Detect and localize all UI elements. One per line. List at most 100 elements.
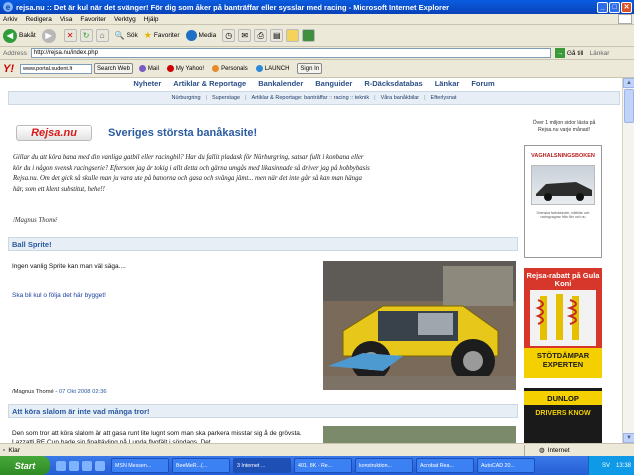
print-icon[interactable]: ⎙: [254, 29, 268, 42]
taskbar-item-internet[interactable]: 3 Internet ...: [233, 458, 291, 473]
taskbar-item-acrobat[interactable]: Acrobat Rea...: [416, 458, 474, 473]
taskbar-item-beemer[interactable]: BeeMeR...(...: [172, 458, 230, 473]
menu-verktyg[interactable]: Verktyg: [114, 16, 136, 23]
nav-bankalender[interactable]: Bankalender: [258, 79, 303, 90]
media-button[interactable]: Media: [185, 30, 216, 41]
quick-launch-icon[interactable]: [56, 460, 66, 471]
messenger-icon[interactable]: [302, 29, 316, 42]
my-yahoo-label: My Yahoo!: [175, 65, 205, 72]
quick-launch-icon[interactable]: [95, 460, 105, 471]
close-button[interactable]: ✕: [621, 1, 632, 13]
article-author[interactable]: /Magnus Thomé: [12, 389, 54, 395]
scroll-up-arrow-icon[interactable]: ▲: [623, 78, 634, 88]
koni-ad-band: STÖTDÄMPAR EXPERTEN: [524, 348, 602, 378]
article-title[interactable]: Ball Sprite!: [8, 237, 518, 251]
address-input[interactable]: http://rejsa.nu/index.php: [30, 48, 551, 58]
article-title-text: Ball Sprite!: [12, 239, 52, 249]
yahoo-logo[interactable]: Y!: [3, 63, 14, 75]
favorites-button[interactable]: ★ Favoriter: [144, 30, 180, 41]
search-web-label: Search Web: [97, 65, 130, 72]
site-tagline: Sveriges största banåkasite!: [108, 127, 258, 139]
taskbar-item-konstruktion[interactable]: konstruktion...: [355, 458, 413, 473]
subnav-efterlysnat[interactable]: Efterlysnat: [431, 95, 457, 101]
language-indicator[interactable]: SV: [602, 463, 610, 469]
standard-toolbar: ◀ Bakåt ▶ ✕ ↻ ⌂ 🔍 Sök ★ Favoriter Media …: [0, 25, 634, 47]
menu-redigera[interactable]: Redigera: [25, 16, 51, 23]
back-button[interactable]: ◀ Bakåt: [3, 28, 36, 43]
sign-in-button[interactable]: Sign In: [297, 63, 323, 74]
book-ad-title: VAGHALSNINGSBOKEN: [531, 153, 595, 159]
nav-forum[interactable]: Forum: [471, 79, 494, 90]
windows-logo-icon: [618, 14, 632, 24]
taskbar: Start MSN Messen... BeeMeR...(... 3 Inte…: [0, 456, 634, 475]
personals-button[interactable]: Personals: [212, 65, 248, 72]
minimize-button[interactable]: _: [597, 1, 608, 13]
menu-arkiv[interactable]: Arkiv: [3, 16, 17, 23]
launch-button[interactable]: LAUNCH: [255, 65, 289, 72]
search-icon: 🔍: [114, 31, 125, 40]
main-nav: Nyheter Artiklar & Reportage Bankalender…: [8, 79, 620, 90]
taskbar-item-401[interactable]: 401. 8K - Re...: [294, 458, 352, 473]
subnav-nurburgring[interactable]: Nürburgring: [171, 95, 200, 101]
clock[interactable]: 13:38: [616, 463, 631, 469]
forward-button[interactable]: ▶: [41, 28, 58, 43]
history-icon[interactable]: ◷: [222, 29, 236, 42]
go-button[interactable]: → Gå till: [554, 48, 584, 58]
my-yahoo-button[interactable]: My Yahoo!: [166, 65, 205, 72]
page-viewport: Nyheter Artiklar & Reportage Bankalender…: [0, 78, 622, 443]
yahoo-mail-button[interactable]: Mail: [138, 65, 159, 72]
window-title: rejsa.nu :: Det är kul när det svänger! …: [16, 2, 450, 12]
subnav-separator: |: [205, 95, 207, 101]
media-icon: [185, 30, 197, 41]
back-label: Bakåt: [19, 32, 36, 39]
quick-launch: [56, 460, 108, 471]
nav-lankar[interactable]: Länkar: [435, 79, 460, 90]
go-label: Gå till: [566, 49, 584, 57]
nav-artiklar[interactable]: Artiklar & Reportage: [173, 79, 246, 90]
subnav-banakbilar[interactable]: Våra banåkbilar: [381, 95, 420, 101]
subnav-superstage[interactable]: Superstage: [212, 95, 240, 101]
nav-banguider[interactable]: Banguider: [315, 79, 352, 90]
scroll-down-arrow-icon[interactable]: ▼: [623, 433, 634, 443]
menu-visa[interactable]: Visa: [60, 16, 73, 23]
refresh-icon[interactable]: ↻: [79, 29, 93, 42]
site-logo[interactable]: Rejsa.nu: [16, 125, 92, 141]
article-photo[interactable]: [323, 261, 516, 390]
nav-r-dacksdatabas[interactable]: R-Däcksdatabas: [364, 79, 422, 90]
search-web-button[interactable]: Search Web: [94, 63, 133, 74]
yahoo-search-input[interactable]: www.portal.sudent.lt: [20, 63, 92, 74]
quick-launch-icon[interactable]: [82, 460, 92, 471]
vertical-scrollbar[interactable]: ▲ ▼: [622, 78, 634, 443]
links-label[interactable]: Länkar: [589, 50, 609, 57]
search-button[interactable]: 🔍 Sök: [115, 31, 138, 40]
subnav-separator: |: [245, 95, 247, 101]
security-zone: ◍ Internet: [524, 444, 634, 456]
dunlop-slogan: DRIVERS KNOW: [535, 410, 591, 417]
dunlop-ad-banner[interactable]: DUNLOP DRIVERS KNOW: [524, 388, 602, 443]
folder-icon[interactable]: [286, 29, 300, 42]
start-button[interactable]: Start: [0, 456, 50, 475]
nav-nyheter[interactable]: Nyheter: [133, 79, 161, 90]
mail-icon[interactable]: ✉: [238, 29, 252, 42]
taskbar-item-msn[interactable]: MSN Messen...: [111, 458, 169, 473]
stop-icon[interactable]: ✕: [63, 29, 77, 42]
article-body: Den som tror att köra slalom är att gasa…: [12, 430, 302, 443]
personals-icon: [212, 65, 220, 72]
maximize-button[interactable]: □: [609, 1, 620, 13]
title-bar: e rejsa.nu :: Det är kul när det svänger…: [0, 0, 634, 14]
site-logo-text: Rejsa.nu: [31, 127, 77, 139]
article-title[interactable]: Att köra slalom är inte vad många tror!: [8, 404, 518, 418]
yahoo-search-value: www.portal.sudent.lt: [23, 65, 73, 72]
book-ad-banner[interactable]: VAGHALSNINGSBOKEN Svenska fartvidunder, …: [524, 145, 602, 258]
scrollbar-thumb[interactable]: [624, 89, 634, 123]
menu-favoriter[interactable]: Favoriter: [80, 16, 106, 23]
subnav-artiklar[interactable]: Artiklar & Reportage: banträffar :: raci…: [252, 95, 370, 101]
edit-icon[interactable]: ▤: [270, 29, 284, 42]
menu-hjalp[interactable]: Hjälp: [144, 16, 159, 23]
article-link[interactable]: Ska bli kul o följa det här bygget!: [12, 292, 106, 299]
taskbar-item-autocad[interactable]: AutoCAD 20...: [477, 458, 535, 473]
article-photo[interactable]: [323, 426, 516, 443]
quick-launch-icon[interactable]: [69, 460, 79, 471]
koni-ad-banner[interactable]: Rejsa-rabatt på Gula Koni STÖTDÄMPAR EXP…: [524, 268, 602, 378]
home-icon[interactable]: ⌂: [95, 29, 109, 42]
